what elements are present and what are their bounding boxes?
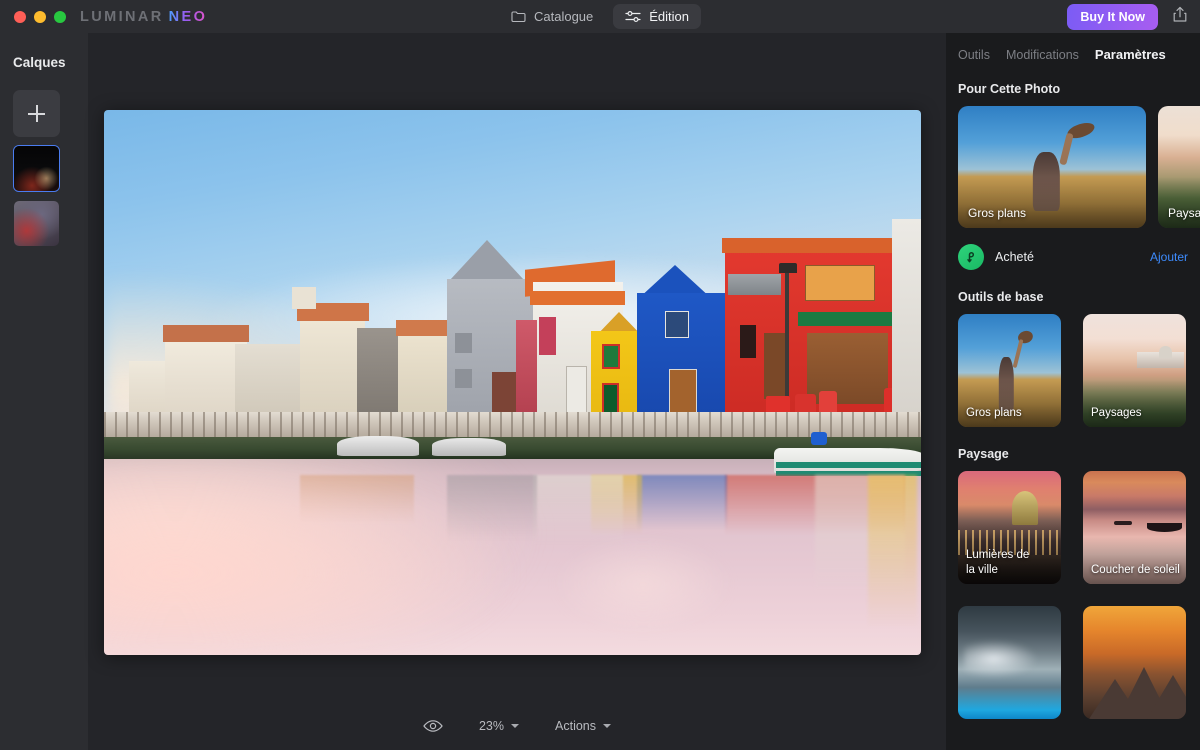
purchased-label: Acheté bbox=[995, 250, 1034, 264]
preset-card-lumieres-de-la-ville[interactable]: Lumières de la ville bbox=[958, 471, 1061, 584]
preset-card-label: Coucher de soleil bbox=[1091, 563, 1180, 576]
preset-card-paysages[interactable]: Paysages bbox=[1083, 314, 1186, 427]
share-icon[interactable] bbox=[1172, 6, 1188, 28]
preset-card-label: Paysa bbox=[1168, 206, 1200, 220]
preset-card-storm[interactable] bbox=[958, 606, 1061, 719]
add-preset-link[interactable]: Ajouter bbox=[1150, 250, 1188, 264]
zoom-level-value: 23% bbox=[478, 719, 505, 733]
photo-quay-wall bbox=[104, 412, 921, 438]
right-sidebar: Outils Modifications Paramètres Pour Cet… bbox=[946, 33, 1200, 750]
chevron-down-icon bbox=[603, 724, 612, 728]
layer-thumbnail-2[interactable] bbox=[13, 200, 60, 247]
purchased-row: Acheté Ajouter bbox=[958, 244, 1188, 270]
zoom-level-selector[interactable]: 23% bbox=[478, 719, 520, 733]
buy-it-now-button[interactable]: Buy It Now bbox=[1067, 3, 1158, 30]
purchased-badge-icon bbox=[958, 244, 984, 270]
logo-text-luminar: LUMINAR bbox=[80, 8, 164, 25]
tab-catalogue-label: Catalogue bbox=[533, 9, 594, 24]
tab-edition-label: Édition bbox=[649, 9, 690, 24]
preset-card-label: Gros plans bbox=[966, 406, 1022, 419]
section-title-pour-cette-photo: Pour Cette Photo bbox=[958, 82, 1061, 96]
layer-list bbox=[13, 90, 88, 302]
chevron-down-icon bbox=[511, 724, 520, 728]
app-logo: LUMINAR NEO bbox=[80, 9, 207, 25]
card-scrim bbox=[1158, 176, 1200, 228]
preset-card-label: Paysages bbox=[1091, 406, 1142, 419]
preset-card-mountains[interactable] bbox=[1083, 606, 1186, 719]
preset-card-label: Lumières de la ville bbox=[966, 549, 1030, 576]
canvas-area: 23% Actions bbox=[88, 33, 946, 750]
plus-icon bbox=[28, 105, 45, 122]
titlebar-right-controls: Buy It Now bbox=[1067, 0, 1188, 33]
layers-panel-title: Calques bbox=[13, 55, 66, 70]
section-title-outils-de-base: Outils de base bbox=[958, 290, 1044, 304]
preset-grid-paysage: Lumières de la ville Coucher de soleil bbox=[946, 471, 1200, 719]
sliders-icon bbox=[625, 10, 641, 23]
canvas-bottom-bar: 23% Actions bbox=[88, 702, 946, 750]
layer-1-preview bbox=[14, 146, 59, 191]
photo-quay-texture bbox=[104, 412, 921, 438]
actions-label: Actions bbox=[555, 719, 597, 733]
right-panel-tabs: Outils Modifications Paramètres bbox=[946, 33, 1200, 62]
actions-menu[interactable]: Actions bbox=[555, 719, 612, 733]
logo-text-neo: NEO bbox=[168, 8, 208, 25]
minimize-window-button[interactable] bbox=[34, 10, 46, 23]
preset-card-label: Gros plans bbox=[968, 206, 1027, 220]
photo-canvas[interactable] bbox=[104, 110, 921, 655]
section-title-paysage: Paysage bbox=[958, 447, 1009, 461]
preset-card-gros-plans[interactable]: Gros plans bbox=[958, 106, 1146, 228]
tab-catalogue[interactable]: Catalogue bbox=[499, 4, 605, 29]
close-window-button[interactable] bbox=[14, 10, 26, 23]
add-layer-button[interactable] bbox=[13, 90, 60, 137]
tab-parametres[interactable]: Paramètres bbox=[1095, 47, 1166, 62]
tab-modifications[interactable]: Modifications bbox=[1006, 48, 1079, 62]
edited-photo bbox=[104, 110, 921, 655]
card-scrim bbox=[958, 176, 1146, 228]
eye-icon[interactable] bbox=[423, 719, 443, 733]
window-controls bbox=[14, 10, 66, 23]
preset-card-gros-plans-small[interactable]: Gros plans bbox=[958, 314, 1061, 427]
maximize-window-button[interactable] bbox=[54, 10, 66, 23]
preset-grid-outils-de-base: Gros plans Paysages bbox=[946, 314, 1200, 427]
layer-thumbnail-3[interactable] bbox=[13, 255, 60, 302]
app-window: LUMINAR NEO Catalogue Édition Buy It Now… bbox=[0, 0, 1200, 750]
tab-edition[interactable]: Édition bbox=[613, 4, 702, 29]
layers-panel: Calques bbox=[0, 33, 88, 750]
folder-icon bbox=[511, 10, 526, 23]
preset-card-paysages-partial[interactable]: Paysa bbox=[1158, 106, 1200, 228]
layer-2-preview bbox=[14, 201, 59, 246]
tab-outils[interactable]: Outils bbox=[958, 48, 990, 62]
main-mode-tabs: Catalogue Édition bbox=[499, 0, 702, 33]
preset-carousel-pour-cette-photo[interactable]: Gros plans Paysa bbox=[946, 106, 1200, 228]
title-bar: LUMINAR NEO Catalogue Édition Buy It Now bbox=[0, 0, 1200, 33]
preset-card-coucher-de-soleil[interactable]: Coucher de soleil bbox=[1083, 471, 1186, 584]
layer-thumbnail-1[interactable] bbox=[13, 145, 60, 192]
